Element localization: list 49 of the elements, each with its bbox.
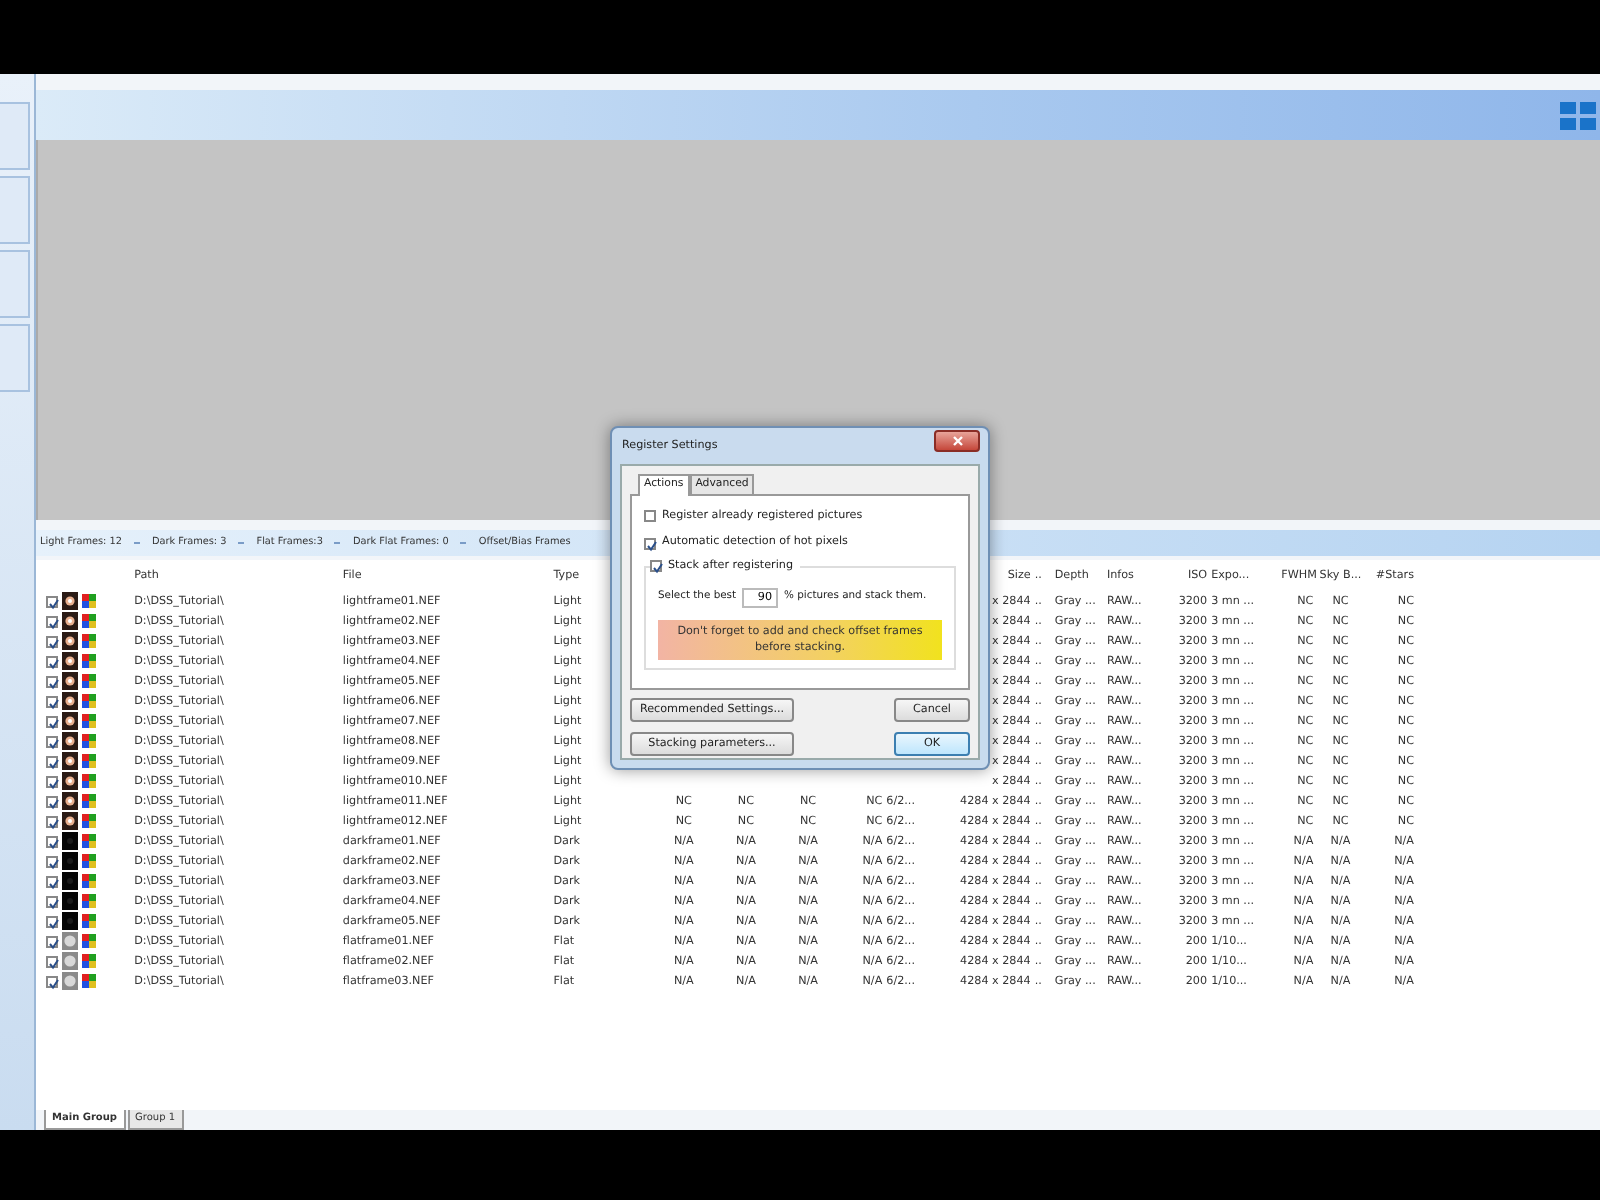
side-panel xyxy=(0,324,30,392)
checkbox[interactable] xyxy=(46,715,58,728)
color-image-icon xyxy=(82,954,96,969)
checkbox[interactable] xyxy=(46,775,58,788)
checkbox[interactable] xyxy=(46,935,58,948)
checkbox[interactable] xyxy=(644,537,656,550)
color-image-icon xyxy=(82,654,96,669)
checkbox[interactable] xyxy=(46,615,58,628)
close-icon xyxy=(951,436,963,446)
color-image-icon xyxy=(82,894,96,909)
color-image-icon xyxy=(82,714,96,729)
checkbox[interactable] xyxy=(46,695,58,708)
color-image-icon xyxy=(82,834,96,849)
color-image-icon xyxy=(82,694,96,709)
checkbox[interactable] xyxy=(46,755,58,768)
checkbox[interactable] xyxy=(46,795,58,808)
color-image-icon xyxy=(82,814,96,829)
checkbox[interactable] xyxy=(46,675,58,688)
color-image-icon xyxy=(82,934,96,949)
color-image-icon xyxy=(82,674,96,689)
color-image-icon xyxy=(82,634,96,649)
color-image-icon xyxy=(82,854,96,869)
checkbox[interactable] xyxy=(46,595,58,608)
color-image-icon xyxy=(82,774,96,789)
checkbox[interactable] xyxy=(46,915,58,928)
side-panel xyxy=(0,176,30,244)
color-image-icon xyxy=(82,974,96,989)
checkbox[interactable] xyxy=(644,510,656,523)
checkbox[interactable] xyxy=(46,735,58,748)
checkbox[interactable] xyxy=(46,635,58,648)
color-image-icon xyxy=(82,734,96,749)
color-image-icon xyxy=(82,914,96,929)
checkbox[interactable] xyxy=(46,975,58,988)
color-image-icon xyxy=(82,794,96,809)
color-image-icon xyxy=(82,754,96,769)
side-panel xyxy=(0,102,30,170)
side-panel xyxy=(0,250,30,318)
color-image-icon xyxy=(82,594,96,609)
checkbox[interactable] xyxy=(46,875,58,888)
checkbox[interactable] xyxy=(46,855,58,868)
color-image-icon xyxy=(82,874,96,889)
checkbox[interactable] xyxy=(46,835,58,848)
checkbox[interactable] xyxy=(46,955,58,968)
checkbox[interactable] xyxy=(46,655,58,668)
color-image-icon xyxy=(82,614,96,629)
checkbox[interactable] xyxy=(46,815,58,828)
checkbox[interactable] xyxy=(46,895,58,908)
close-button[interactable] xyxy=(934,430,980,452)
checkbox[interactable] xyxy=(650,559,662,572)
